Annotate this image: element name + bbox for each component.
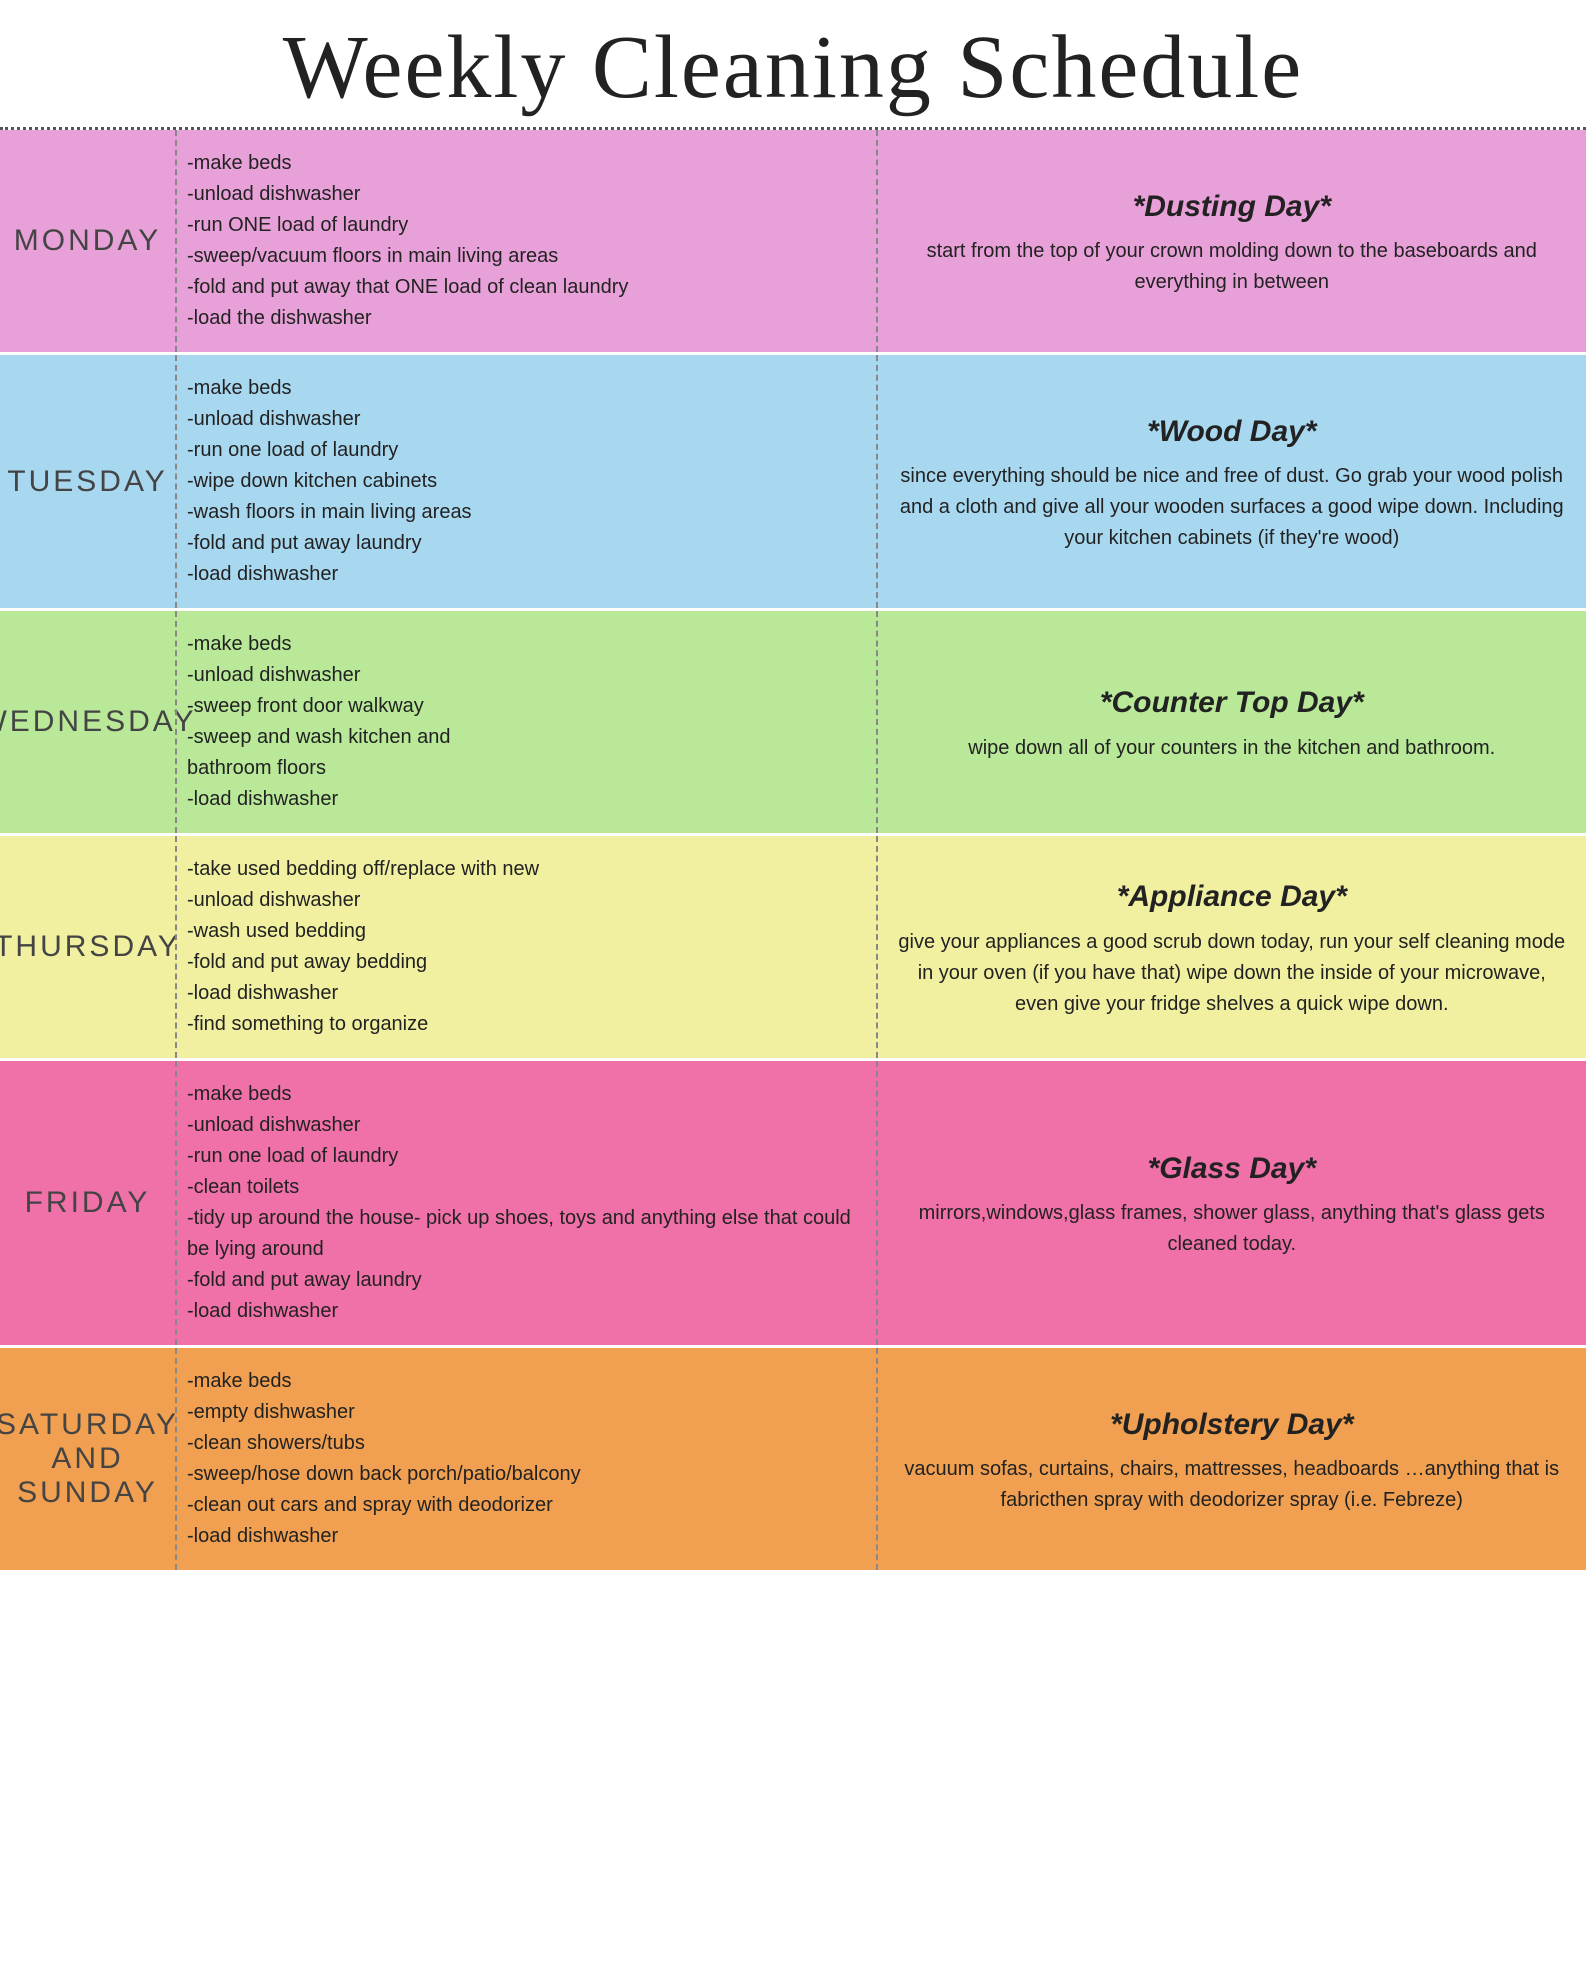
day-special-friday: *Glass Day* mirrors,windows,glass frames,… (878, 1061, 1586, 1345)
day-label-tuesday: TUESDAY (0, 355, 175, 608)
task-item: -load dishwasher (187, 1296, 856, 1327)
special-text-monday: start from the top of your crown molding… (898, 236, 1567, 298)
day-tasks-wednesday: -make beds-unload dishwasher-sweep front… (175, 611, 878, 833)
day-special-tuesday: *Wood Day* since everything should be nic… (878, 355, 1586, 608)
task-item: -fold and put away laundry (187, 1265, 856, 1296)
task-item: -fold and put away bedding (187, 947, 856, 978)
day-label-monday: MONDAY (0, 130, 175, 352)
task-item: -load dishwasher (187, 978, 856, 1009)
day-label-friday: FRIDAY (0, 1061, 175, 1345)
task-item: -load dishwasher (187, 559, 856, 590)
task-item: -make beds (187, 629, 856, 660)
task-item: -tidy up around the house- pick up shoes… (187, 1203, 856, 1265)
task-item: -sweep/vacuum floors in main living area… (187, 241, 856, 272)
day-tasks-saturday: -make beds-empty dishwasher-clean shower… (175, 1348, 878, 1570)
day-tasks-tuesday: -make beds-unload dishwasher-run one loa… (175, 355, 878, 608)
special-title-saturday: *Upholstery Day* (898, 1402, 1567, 1449)
task-item: -unload dishwasher (187, 885, 856, 916)
day-special-thursday: *Appliance Day* give your appliances a go… (878, 836, 1586, 1058)
day-tasks-thursday: -take used bedding off/replace with new-… (175, 836, 878, 1058)
day-special-monday: *Dusting Day* start from the top of your … (878, 130, 1586, 352)
task-item: -fold and put away laundry (187, 528, 856, 559)
day-special-wednesday: *Counter Top Day* wipe down all of your c… (878, 611, 1586, 833)
task-item: -wash floors in main living areas (187, 497, 856, 528)
task-item: -unload dishwasher (187, 179, 856, 210)
special-text-saturday: vacuum sofas, curtains, chairs, mattress… (898, 1454, 1567, 1516)
special-text-thursday: give your appliances a good scrub down t… (898, 927, 1567, 1020)
special-text-tuesday: since everything should be nice and free… (898, 461, 1567, 554)
task-item: -run one load of laundry (187, 1141, 856, 1172)
task-item: -empty dishwasher (187, 1397, 856, 1428)
task-item: -sweep/hose down back porch/patio/balcon… (187, 1459, 856, 1490)
task-item: -run one load of laundry (187, 435, 856, 466)
title-section: Weekly Cleaning Schedule (0, 0, 1586, 130)
task-item: -load the dishwasher (187, 303, 856, 334)
special-title-friday: *Glass Day* (898, 1146, 1567, 1193)
special-title-monday: *Dusting Day* (898, 184, 1567, 231)
page-title: Weekly Cleaning Schedule (10, 18, 1576, 117)
day-row-monday: MONDAY-make beds-unload dishwasher-run O… (0, 130, 1586, 355)
special-title-wednesday: *Counter Top Day* (898, 680, 1567, 727)
task-item: -load dishwasher (187, 1521, 856, 1552)
day-tasks-monday: -make beds-unload dishwasher-run ONE loa… (175, 130, 878, 352)
day-row-tuesday: TUESDAY-make beds-unload dishwasher-run … (0, 355, 1586, 611)
special-title-thursday: *Appliance Day* (898, 874, 1567, 921)
task-item: -sweep front door walkway (187, 691, 856, 722)
special-text-wednesday: wipe down all of your counters in the ki… (898, 733, 1567, 764)
day-label-saturday: SATURDAY AND SUNDAY (0, 1348, 175, 1570)
task-item: -clean toilets (187, 1172, 856, 1203)
task-item: -clean out cars and spray with deodorize… (187, 1490, 856, 1521)
task-item: -unload dishwasher (187, 660, 856, 691)
task-item: -find something to organize (187, 1009, 856, 1040)
day-row-friday: FRIDAY-make beds-unload dishwasher-run o… (0, 1061, 1586, 1348)
special-text-friday: mirrors,windows,glass frames, shower gla… (898, 1198, 1567, 1260)
day-tasks-friday: -make beds-unload dishwasher-run one loa… (175, 1061, 878, 1345)
task-item: -wash used bedding (187, 916, 856, 947)
special-title-tuesday: *Wood Day* (898, 409, 1567, 456)
task-item: -make beds (187, 148, 856, 179)
task-item: -unload dishwasher (187, 404, 856, 435)
task-item: -make beds (187, 373, 856, 404)
day-row-wednesday: WEDNESDAY-make beds-unload dishwasher-sw… (0, 611, 1586, 836)
day-label-wednesday: WEDNESDAY (0, 611, 175, 833)
day-label-thursday: THURSDAY (0, 836, 175, 1058)
page: Weekly Cleaning Schedule MONDAY-make bed… (0, 0, 1586, 1983)
task-item: -fold and put away that ONE load of clea… (187, 272, 856, 303)
schedule-grid: MONDAY-make beds-unload dishwasher-run O… (0, 130, 1586, 1983)
day-row-saturday: SATURDAY AND SUNDAY-make beds-empty dish… (0, 1348, 1586, 1573)
task-item: -clean showers/tubs (187, 1428, 856, 1459)
task-item: -run ONE load of laundry (187, 210, 856, 241)
task-item: -sweep and wash kitchen and bathroom flo… (187, 722, 856, 784)
task-item: -unload dishwasher (187, 1110, 856, 1141)
task-item: -wipe down kitchen cabinets (187, 466, 856, 497)
task-item: -take used bedding off/replace with new (187, 854, 856, 885)
day-special-saturday: *Upholstery Day* vacuum sofas, curtains, … (878, 1348, 1586, 1570)
task-item: -make beds (187, 1079, 856, 1110)
day-row-thursday: THURSDAY-take used bedding off/replace w… (0, 836, 1586, 1061)
task-item: -make beds (187, 1366, 856, 1397)
task-item: -load dishwasher (187, 784, 856, 815)
